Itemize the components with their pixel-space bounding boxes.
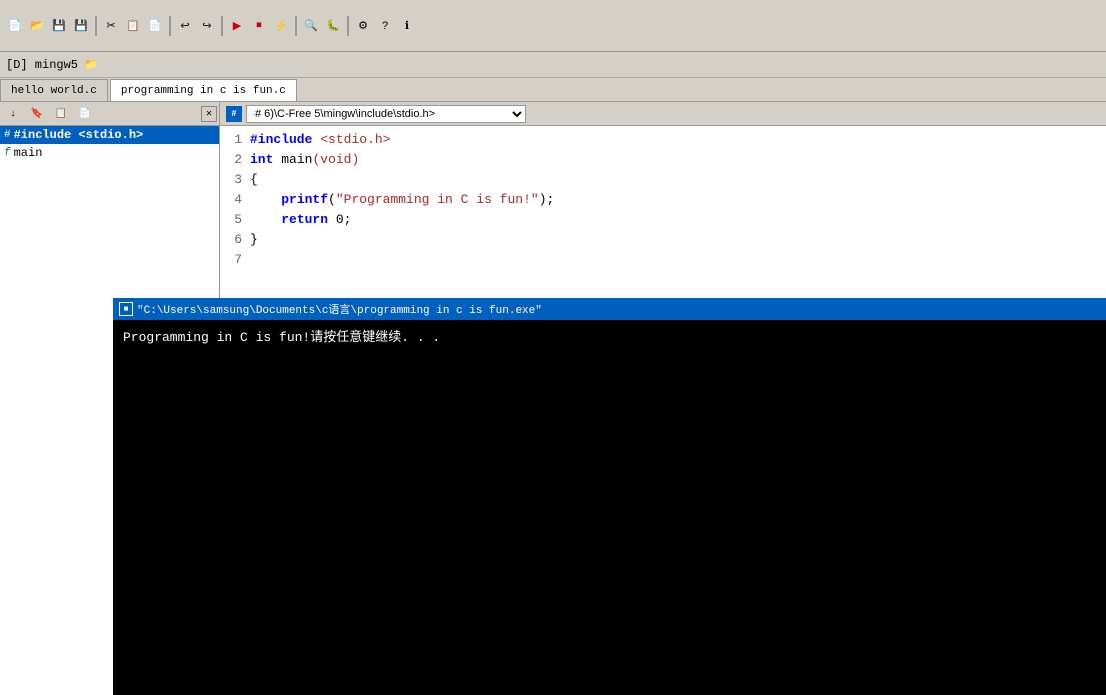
editor-path-bar: # # 6)\C-Free 5\mingw\include\stdio.h> bbox=[220, 102, 1106, 126]
code-line-1: 1 #include <stdio.h> bbox=[220, 130, 1106, 150]
code-line-5: 5 return 0; bbox=[220, 210, 1106, 230]
tree-label-main: main bbox=[14, 146, 43, 160]
line-content-3: { bbox=[250, 170, 1106, 190]
panel-btn-2[interactable]: 🔖 bbox=[26, 103, 48, 125]
code-line-3: 3 { bbox=[220, 170, 1106, 190]
toolbar-btn-help[interactable]: ? bbox=[374, 15, 396, 37]
tab-hello[interactable]: hello world.c bbox=[0, 79, 108, 101]
console-icon: ■ bbox=[119, 302, 133, 316]
line-content-4: printf("Programming in C is fun!"); bbox=[250, 190, 1106, 210]
tree-icon-func: f bbox=[4, 147, 11, 159]
toolbar-area: 📄 📂 💾 💾 ✂ 📋 📄 ↩ ↪ ▶ ⏹ ⚡ 🔍 🐛 ⚙ ? ℹ bbox=[0, 0, 1106, 52]
left-panel-toolbar: ↓ 🔖 📋 📄 ✕ bbox=[0, 102, 219, 126]
tab-bar: hello world.c programming in c is fun.c bbox=[0, 78, 1106, 102]
toolbar-btn-undo[interactable]: ↩ bbox=[174, 15, 196, 37]
toolbar-btn-new[interactable]: 📄 bbox=[4, 15, 26, 37]
code-line-6: 6 } bbox=[220, 230, 1106, 250]
panel-btn-3[interactable]: 📋 bbox=[50, 103, 72, 125]
separator-2 bbox=[169, 16, 171, 36]
project-bar: [D] mingw5 📁 bbox=[0, 52, 1106, 78]
console-title-bar: ■ "C:\Users\samsung\Documents\c语言\progra… bbox=[113, 298, 1106, 320]
line-content-7 bbox=[250, 250, 1106, 270]
line-content-5: return 0; bbox=[250, 210, 1106, 230]
toolbar-btn-paste[interactable]: 📄 bbox=[144, 15, 166, 37]
tree-item-include[interactable]: # #include <stdio.h> bbox=[0, 126, 219, 144]
project-label: [D] mingw5 bbox=[6, 58, 78, 72]
project-icon: 📁 bbox=[84, 58, 98, 72]
line-num-6: 6 bbox=[220, 230, 250, 250]
toolbar-btn-save[interactable]: 💾 bbox=[48, 15, 70, 37]
code-line-2: 2 int main(void) bbox=[220, 150, 1106, 170]
toolbar-btn-info[interactable]: ℹ bbox=[396, 15, 418, 37]
line-num-3: 3 bbox=[220, 170, 250, 190]
toolbar-btn-settings[interactable]: ⚙ bbox=[352, 15, 374, 37]
path-icon: # bbox=[226, 106, 242, 122]
separator-1 bbox=[95, 16, 97, 36]
separator-3 bbox=[221, 16, 223, 36]
separator-5 bbox=[347, 16, 349, 36]
tab-programming[interactable]: programming in c is fun.c bbox=[110, 79, 297, 101]
code-line-4: 4 printf("Programming in C is fun!"); bbox=[220, 190, 1106, 210]
toolbar-btn-stop[interactable]: ⏹ bbox=[248, 15, 270, 37]
panel-close-btn[interactable]: ✕ bbox=[201, 106, 217, 122]
toolbar-btn-redo[interactable]: ↪ bbox=[196, 15, 218, 37]
toolbar-btn-copy[interactable]: 📋 bbox=[122, 15, 144, 37]
path-dropdown[interactable]: # 6)\C-Free 5\mingw\include\stdio.h> bbox=[246, 105, 526, 123]
tab-programming-label: programming in c is fun.c bbox=[121, 85, 286, 97]
line-content-6: } bbox=[250, 230, 1106, 250]
toolbar-btn-open[interactable]: 📂 bbox=[26, 15, 48, 37]
console-output-text: Programming in C is fun!请按任意键继续. . . bbox=[123, 330, 440, 345]
tab-hello-label: hello world.c bbox=[11, 85, 97, 97]
toolbar-btn-saveall[interactable]: 💾 bbox=[70, 15, 92, 37]
toolbar-btn-run[interactable]: ⚡ bbox=[270, 15, 292, 37]
toolbar-btn-build[interactable]: ▶ bbox=[226, 15, 248, 37]
line-num-5: 5 bbox=[220, 210, 250, 230]
code-line-7: 7 bbox=[220, 250, 1106, 270]
tree-item-main[interactable]: f main bbox=[0, 144, 219, 162]
panel-btn-1[interactable]: ↓ bbox=[2, 103, 24, 125]
line-num-1: 1 bbox=[220, 130, 250, 150]
tree-label-include: #include <stdio.h> bbox=[14, 128, 144, 142]
toolbar-btn-cut[interactable]: ✂ bbox=[100, 15, 122, 37]
line-num-7: 7 bbox=[220, 250, 250, 270]
line-num-4: 4 bbox=[220, 190, 250, 210]
separator-4 bbox=[295, 16, 297, 36]
line-content-1: #include <stdio.h> bbox=[250, 130, 1106, 150]
panel-btn-4[interactable]: 📄 bbox=[74, 103, 96, 125]
toolbar-btn-debug[interactable]: 🐛 bbox=[322, 15, 344, 37]
console-area: ■ "C:\Users\samsung\Documents\c语言\progra… bbox=[113, 298, 1106, 695]
line-content-2: int main(void) bbox=[250, 150, 1106, 170]
toolbar-row-1: 📄 📂 💾 💾 ✂ 📋 📄 ↩ ↪ ▶ ⏹ ⚡ 🔍 🐛 ⚙ ? ℹ bbox=[4, 15, 418, 37]
line-num-2: 2 bbox=[220, 150, 250, 170]
tree-icon-hash: # bbox=[4, 129, 11, 141]
console-output: Programming in C is fun!请按任意键继续. . . bbox=[113, 320, 1106, 695]
toolbar-btn-find[interactable]: 🔍 bbox=[300, 15, 322, 37]
console-title-text: "C:\Users\samsung\Documents\c语言\programm… bbox=[137, 301, 542, 317]
